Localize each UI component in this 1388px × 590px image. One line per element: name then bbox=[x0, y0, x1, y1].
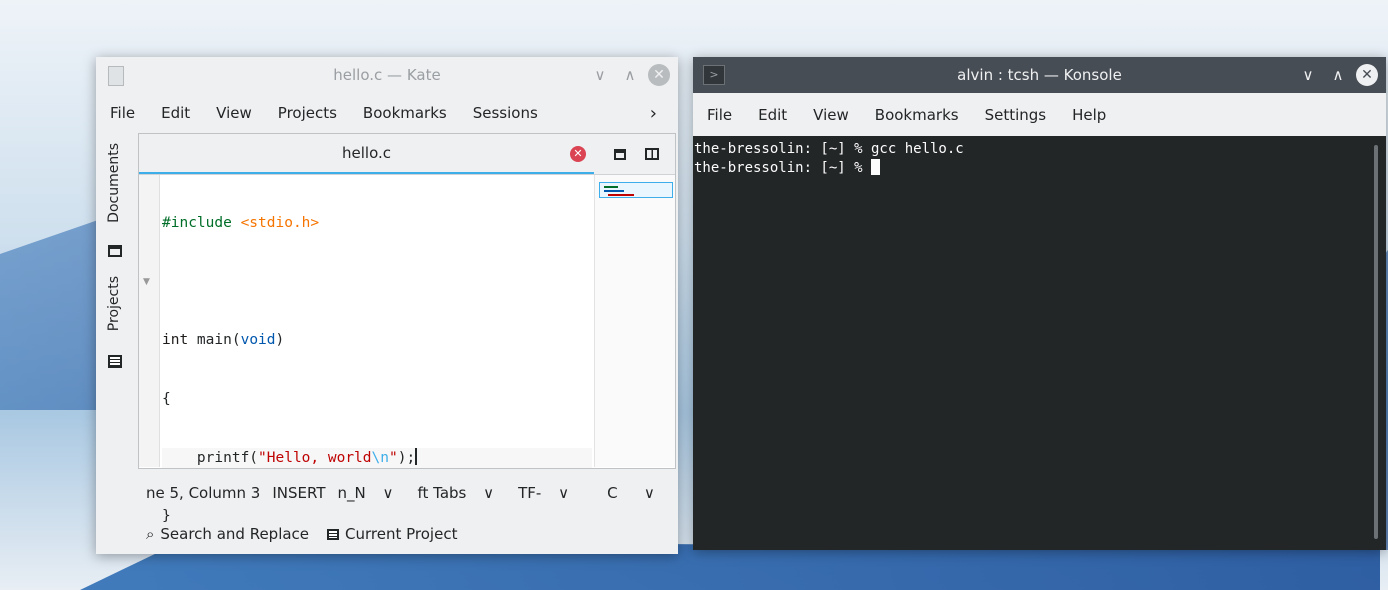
menu-bookmarks[interactable]: Bookmarks bbox=[862, 106, 972, 124]
menu-bookmarks[interactable]: Bookmarks bbox=[350, 104, 460, 122]
menu-file[interactable]: File bbox=[693, 106, 745, 124]
sidebar-tab-projects[interactable]: Projects bbox=[106, 276, 128, 331]
minimap-viewport[interactable] bbox=[599, 182, 673, 198]
terminal-scrollbar[interactable] bbox=[1374, 145, 1378, 539]
chevron-down-icon: ∨ bbox=[382, 484, 394, 502]
fold-arrow-icon[interactable]: ▼ bbox=[143, 277, 150, 287]
menu-settings[interactable]: Settings bbox=[972, 106, 1060, 124]
dictionary-select[interactable]: n_N ∨ bbox=[337, 484, 405, 502]
close-tab-icon[interactable]: ✕ bbox=[570, 146, 586, 162]
syntax-select[interactable]: C ∨ bbox=[607, 484, 667, 502]
maximize-icon[interactable]: ∧ bbox=[618, 63, 642, 87]
maximize-icon[interactable]: ∧ bbox=[1326, 63, 1350, 87]
indent-select[interactable]: ft Tabs ∨ bbox=[417, 484, 506, 502]
tab-hello-c[interactable]: hello.c ✕ bbox=[139, 134, 594, 174]
chevron-down-icon: ∨ bbox=[483, 484, 495, 502]
terminal-line: the-bressolin: [~] % gcc hello.c bbox=[694, 141, 964, 157]
encoding-select[interactable]: TF- ∨ bbox=[518, 484, 581, 502]
menu-help[interactable]: Help bbox=[1059, 106, 1119, 124]
chevron-down-icon: ∨ bbox=[558, 484, 570, 502]
kate-titlebar[interactable]: hello.c — Kate ∨ ∧ ✕ bbox=[96, 57, 678, 93]
konsole-menubar: File Edit View Bookmarks Settings Help bbox=[693, 93, 1386, 136]
sidebar-tab-documents[interactable]: Documents bbox=[106, 143, 128, 223]
editor-area: hello.c ✕ ▼ #include <stdio.h> int main(… bbox=[138, 133, 676, 524]
documents-icon bbox=[108, 245, 122, 257]
cursor-position[interactable]: ne 5, Column 3 bbox=[146, 484, 260, 502]
code-line-current: printf("Hello, world\n"); bbox=[162, 448, 592, 468]
code-line: { bbox=[162, 390, 171, 407]
chevron-down-icon: ∨ bbox=[643, 484, 655, 502]
projects-icon bbox=[108, 355, 122, 368]
kate-window: hello.c — Kate ∨ ∧ ✕ File Edit View Proj… bbox=[96, 57, 678, 554]
minimize-icon[interactable]: ∨ bbox=[588, 63, 612, 87]
text-cursor bbox=[415, 448, 418, 465]
search-replace-button[interactable]: ⌕ Search and Replace bbox=[146, 525, 309, 543]
terminal-line-prompt: the-bressolin: [~] % bbox=[694, 159, 1385, 178]
kate-toolview-bar: ⌕ Search and Replace Current Project bbox=[146, 519, 457, 549]
menu-overflow-icon[interactable]: › bbox=[637, 103, 670, 124]
code-line: int main(void) bbox=[162, 332, 285, 348]
tab-bar: hello.c ✕ bbox=[139, 134, 675, 175]
menu-file[interactable]: File bbox=[96, 104, 148, 122]
window-title: alvin : tcsh — Konsole bbox=[957, 66, 1122, 84]
terminal-cursor bbox=[871, 159, 881, 175]
split-view-icon[interactable] bbox=[642, 144, 662, 164]
kate-statusbar: ne 5, Column 3 INSERT n_N ∨ ft Tabs ∨ TF… bbox=[138, 477, 678, 509]
code-line: #include <stdio.h> bbox=[162, 215, 320, 231]
close-icon[interactable]: ✕ bbox=[1356, 64, 1378, 86]
konsole-titlebar[interactable]: > alvin : tcsh — Konsole ∨ ∧ ✕ bbox=[693, 57, 1386, 93]
konsole-window: > alvin : tcsh — Konsole ∨ ∧ ✕ File Edit… bbox=[693, 57, 1386, 550]
search-icon: ⌕ bbox=[146, 525, 155, 543]
menu-projects[interactable]: Projects bbox=[265, 104, 350, 122]
terminal-output[interactable]: the-bressolin: [~] % gcc hello.c the-bres… bbox=[693, 136, 1386, 550]
project-icon bbox=[327, 528, 340, 540]
menu-view[interactable]: View bbox=[800, 106, 862, 124]
current-project-button[interactable]: Current Project bbox=[327, 525, 457, 543]
kate-menubar: File Edit View Projects Bookmarks Sessio… bbox=[96, 93, 678, 133]
menu-edit[interactable]: Edit bbox=[148, 104, 203, 122]
kate-sidebar: Documents Projects bbox=[96, 133, 136, 463]
menu-sessions[interactable]: Sessions bbox=[460, 104, 551, 122]
line-gutter[interactable]: ▼ bbox=[139, 175, 160, 467]
close-icon[interactable]: ✕ bbox=[648, 64, 670, 86]
new-tab-icon[interactable] bbox=[610, 144, 630, 164]
minimap[interactable] bbox=[594, 175, 675, 467]
input-mode[interactable]: INSERT bbox=[272, 484, 325, 502]
minimize-icon[interactable]: ∨ bbox=[1296, 63, 1320, 87]
tab-label: hello.c bbox=[342, 144, 391, 162]
menu-edit[interactable]: Edit bbox=[745, 106, 800, 124]
menu-view[interactable]: View bbox=[203, 104, 265, 122]
